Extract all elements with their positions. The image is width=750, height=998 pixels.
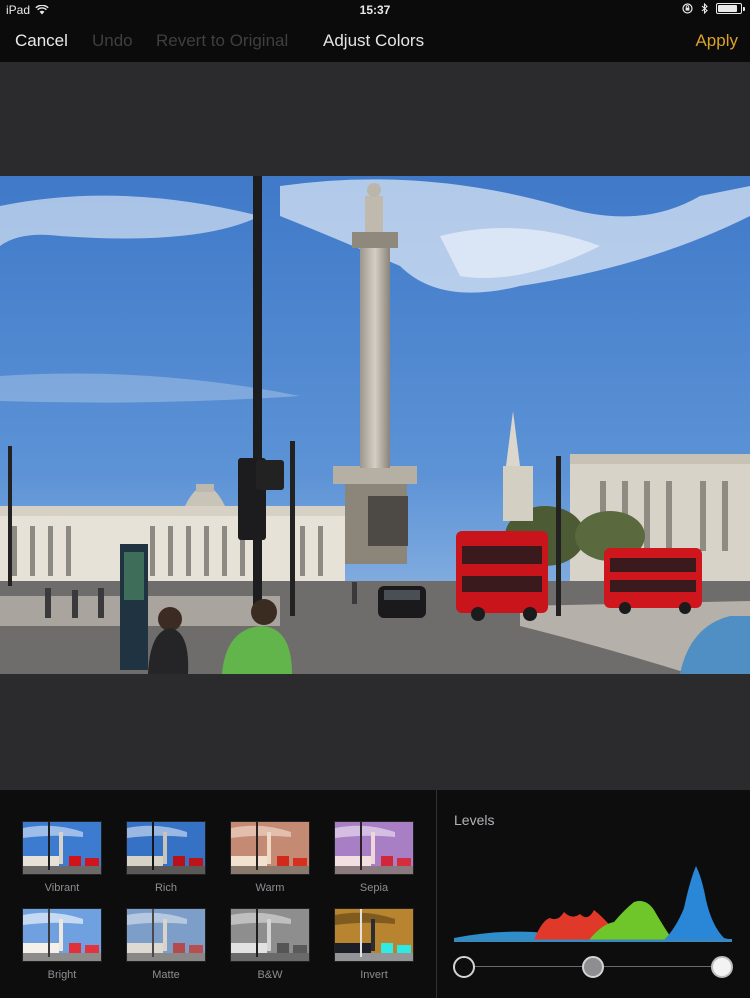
preset-grid: Vibrant Rich Warm Sepia Bright Matte B&W… [0, 790, 436, 998]
nav-bar: Cancel Undo Revert to Original Adjust Co… [0, 20, 750, 62]
preset-label: Warm [255, 882, 285, 894]
preset-thumbnail [22, 821, 102, 875]
preset-label: Bright [47, 969, 77, 981]
levels-title: Levels [454, 812, 495, 828]
levels-section: Levels [437, 790, 750, 998]
battery-icon [716, 3, 745, 14]
preset-thumbnail [126, 908, 206, 962]
photo-canvas[interactable] [0, 176, 750, 674]
preset-thumbnail [22, 908, 102, 962]
preset-sepia[interactable]: Sepia [334, 821, 414, 894]
preset-label: B&W [257, 969, 283, 981]
status-bar: iPad 15:37 [0, 0, 750, 20]
cancel-button[interactable]: Cancel [15, 31, 68, 51]
bluetooth-icon [701, 3, 708, 14]
black-point-handle[interactable] [453, 956, 475, 978]
apply-button[interactable]: Apply [695, 31, 738, 51]
preset-warm[interactable]: Warm [230, 821, 310, 894]
preset-label: Vibrant [44, 882, 80, 894]
preset-thumbnail [334, 908, 414, 962]
preset-label: Invert [360, 969, 388, 981]
status-time: 15:37 [359, 3, 391, 17]
levels-histogram [454, 866, 732, 942]
page-title: Adjust Colors [323, 31, 425, 50]
white-point-handle[interactable] [711, 956, 733, 978]
preset-label: Rich [154, 882, 177, 894]
preset-thumbnail [334, 821, 414, 875]
preset-label: Sepia [359, 882, 389, 894]
preset-bw[interactable]: B&W [230, 908, 310, 981]
midtone-handle[interactable] [582, 956, 604, 978]
adjust-panel: Vibrant Rich Warm Sepia Bright Matte B&W… [0, 790, 750, 998]
revert-to-original-button[interactable]: Revert to Original [156, 31, 288, 51]
preset-invert[interactable]: Invert [334, 908, 414, 981]
preset-label: Matte [152, 969, 180, 981]
preset-bright[interactable]: Bright [22, 908, 102, 981]
preset-thumbnail [126, 821, 206, 875]
preset-thumbnail [230, 821, 310, 875]
undo-button[interactable]: Undo [92, 31, 133, 51]
orientation-lock-icon [682, 3, 693, 14]
preset-thumbnail [230, 908, 310, 962]
preset-rich[interactable]: Rich [126, 821, 206, 894]
preset-vibrant[interactable]: Vibrant [22, 821, 102, 894]
preset-matte[interactable]: Matte [126, 908, 206, 981]
